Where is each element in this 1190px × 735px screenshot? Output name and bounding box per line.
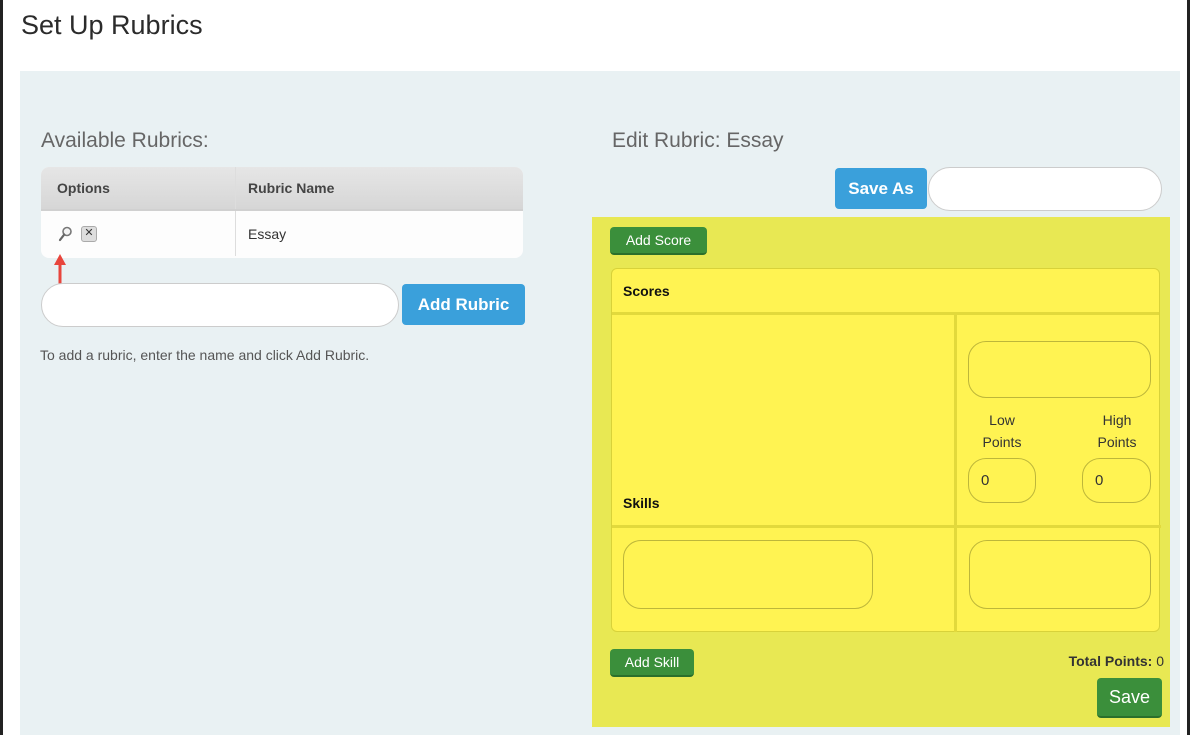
rubric-table: Options Rubric Name ✕ Essay [41, 167, 523, 258]
grid-divider-horizontal [612, 525, 1161, 528]
table-row: ✕ Essay [41, 211, 523, 256]
add-rubric-hint: To add a rubric, enter the name and clic… [40, 347, 370, 363]
add-score-button[interactable]: Add Score [610, 227, 707, 255]
edit-rubric-title: Edit Rubric: Essay [612, 129, 784, 152]
page-title: Set Up Rubrics [21, 10, 203, 40]
add-skill-button[interactable]: Add Skill [610, 649, 694, 677]
scores-header: Scores [612, 269, 1159, 315]
low-points-input[interactable] [968, 458, 1036, 503]
skill-score-input[interactable] [969, 540, 1151, 609]
save-as-button[interactable]: Save As [835, 168, 927, 209]
magnifier-icon[interactable] [57, 226, 73, 242]
column-header-rubric-name: Rubric Name [248, 180, 335, 196]
column-header-options: Options [41, 167, 236, 209]
score-name-input[interactable] [968, 341, 1151, 398]
rubric-editor-panel: Add Score Scores Skills Low Points High … [592, 217, 1170, 727]
new-rubric-name-input[interactable] [41, 283, 399, 327]
table-header: Options Rubric Name [41, 167, 523, 211]
window-frame: Set Up Rubrics Available Rubrics: Option… [0, 0, 1190, 735]
skill-name-input[interactable] [623, 540, 873, 609]
row-rubric-name[interactable]: Essay [236, 211, 523, 256]
high-points-label: High Points [1097, 412, 1137, 450]
save-button[interactable]: Save [1097, 678, 1162, 718]
grid-divider-vertical [954, 315, 957, 632]
add-rubric-button[interactable]: Add Rubric [402, 284, 525, 325]
skills-label: Skills [623, 495, 660, 511]
row-options-cell: ✕ [41, 211, 236, 256]
total-points-label: Total Points: [1068, 653, 1153, 669]
total-points-value: 0 [1156, 653, 1164, 669]
content-area: Available Rubrics: Options Rubric Name ✕… [20, 71, 1180, 735]
high-points-input[interactable] [1082, 458, 1151, 503]
rubric-grid: Scores Skills Low Points High Points [611, 268, 1161, 632]
close-x-icon[interactable]: ✕ [81, 225, 97, 242]
save-as-name-input[interactable] [928, 167, 1162, 211]
available-rubrics-title: Available Rubrics: [41, 129, 209, 152]
low-points-label: Low Points [982, 412, 1022, 450]
total-points: Total Points: 0 [1069, 653, 1164, 669]
